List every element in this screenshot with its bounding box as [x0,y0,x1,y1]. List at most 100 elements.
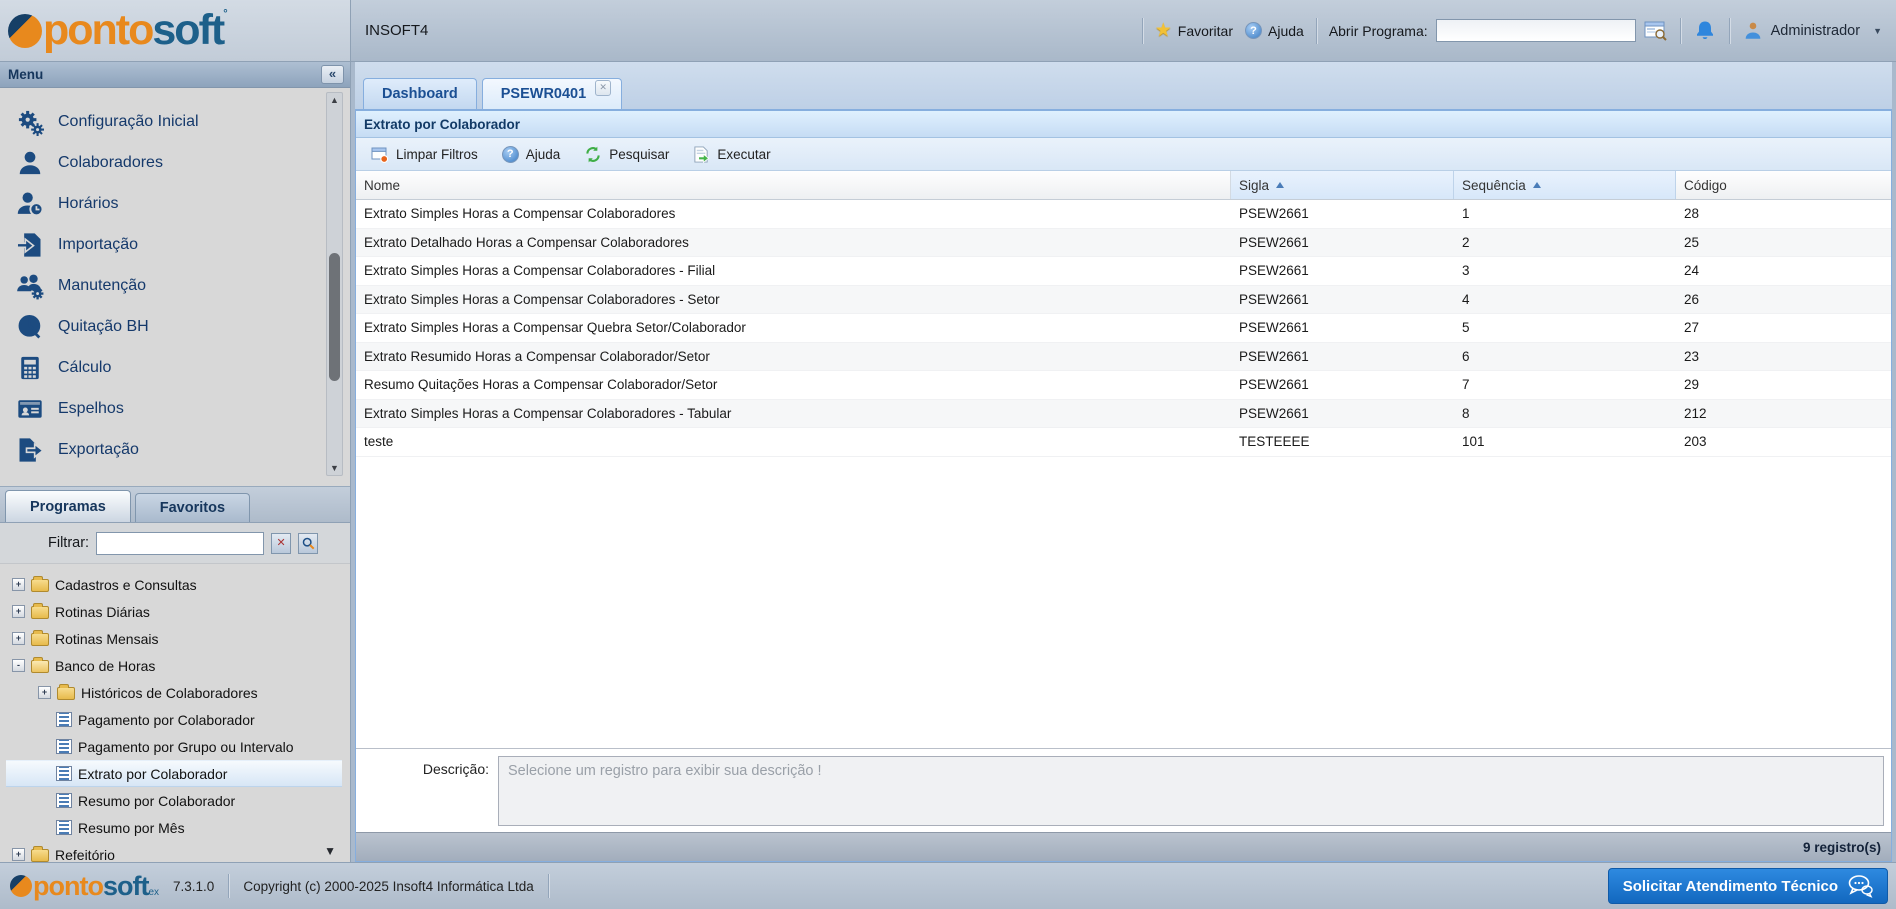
column-header-nome[interactable]: Nome [356,171,1231,199]
cell-sigla: PSEW2661 [1231,257,1454,285]
separator [1680,18,1681,44]
cell-sigla: PSEW2661 [1231,229,1454,257]
program-lookup-icon[interactable] [1644,20,1668,42]
table-row[interactable]: Resumo Quitações Horas a Compensar Colab… [356,371,1891,400]
separator [1316,18,1317,44]
tab-programas[interactable]: Programas [5,490,131,522]
tab-dashboard[interactable]: Dashboard [363,78,477,109]
table-row[interactable]: Extrato Simples Horas a Compensar Colabo… [356,200,1891,229]
tree-item-refeitorio[interactable]: + Refeitório [6,841,350,862]
tree-item-resumo-por-colaborador[interactable]: Resumo por Colaborador [6,787,350,814]
filter-input[interactable] [96,532,264,555]
menu-item-calculo[interactable]: Cálculo [15,347,315,388]
tab-label: Programas [30,499,106,515]
filter-label: Filtrar: [48,535,89,551]
star-icon: ★ [1155,19,1172,42]
tree-item-rotinas-mensais[interactable]: + Rotinas Mensais [6,625,350,652]
table-row[interactable]: Extrato Simples Horas a Compensar Colabo… [356,286,1891,315]
column-header-sequencia[interactable]: Sequência [1454,171,1676,199]
menu-item-configuracao-inicial[interactable]: Configuração Inicial [15,101,315,142]
tree-item-label: Pagamento por Grupo ou Intervalo [78,739,294,755]
clear-filters-button[interactable]: Limpar Filtros [362,143,487,166]
close-tab-icon[interactable]: ✕ [595,80,611,96]
pontosoft-logo: pontosoft° [8,9,226,52]
table-row[interactable]: Extrato Simples Horas a Compensar Colabo… [356,400,1891,429]
table-row[interactable]: Extrato Simples Horas a Compensar Quebra… [356,314,1891,343]
favorite-button[interactable]: ★ Favoritar [1155,19,1233,42]
program-icon [56,766,72,781]
program-icon [56,739,72,754]
collapse-menu-button[interactable]: « [321,65,344,84]
main-tab-strip: Dashboard PSEWR0401 ✕ [355,62,1892,110]
expand-icon[interactable]: + [12,578,25,591]
tab-favoritos[interactable]: Favoritos [135,493,250,522]
toolbar-help-button[interactable]: ? Ajuda [493,143,570,166]
scroll-up-icon[interactable]: ▲ [327,95,342,105]
scrollbar-thumb[interactable] [329,253,340,381]
menu-item-quitacao-bh[interactable]: Quitação BH [15,306,315,347]
main-area: Dashboard PSEWR0401 ✕ Extrato por Colabo… [351,62,1896,862]
help-button[interactable]: ? Ajuda [1245,22,1304,39]
scroll-down-icon[interactable]: ▼ [327,463,342,473]
button-label: Executar [717,147,770,162]
grid-rows: Extrato Simples Horas a Compensar Colabo… [356,200,1891,457]
menu-item-manutencao[interactable]: Manutenção [15,265,315,306]
middle-region: Menu « Configuração Inicial Colaboradore… [0,62,1896,862]
tree-item-cadastros-e-consultas[interactable]: + Cadastros e Consultas [6,571,350,598]
table-row[interactable]: Extrato Resumido Horas a Compensar Colab… [356,343,1891,372]
filter-clear-button[interactable]: ✕ [271,533,291,554]
cell-sequencia: 101 [1454,428,1676,456]
tree-item-historicos-de-colaboradores[interactable]: + Históricos de Colaboradores [6,679,350,706]
table-row[interactable]: teste TESTEEEE 101 203 [356,428,1891,457]
open-program-input[interactable] [1436,19,1636,42]
column-header-codigo[interactable]: Código [1676,171,1891,199]
menu-item-label: Quitação BH [58,318,149,336]
table-row[interactable]: Extrato Simples Horas a Compensar Colabo… [356,257,1891,286]
app-code: INSOFT4 [365,22,428,39]
menu-item-horarios[interactable]: Horários [15,183,315,224]
menu-item-exportacao[interactable]: Exportação [15,429,315,470]
expand-icon[interactable]: + [12,632,25,645]
expand-icon[interactable]: + [12,605,25,618]
column-header-sigla[interactable]: Sigla [1231,171,1454,199]
panel-title: Extrato por Colaborador [364,117,520,132]
column-label: Sigla [1239,178,1269,193]
tree-item-pagamento-por-colaborador[interactable]: Pagamento por Colaborador [6,706,350,733]
table-row[interactable]: Extrato Detalhado Horas a Compensar Cola… [356,229,1891,258]
search-icon [302,537,315,550]
tree-scroll-down-icon[interactable]: ▼ [324,844,336,858]
collapse-icon[interactable]: - [12,659,25,672]
button-label: Pesquisar [609,147,669,162]
tree-item-rotinas-diarias[interactable]: + Rotinas Diárias [6,598,350,625]
user-name: Administrador [1771,23,1860,39]
tree-item-extrato-por-colaborador[interactable]: Extrato por Colaborador [6,760,342,787]
request-support-button[interactable]: Solicitar Atendimento Técnico [1608,868,1888,904]
menu-title: Menu [8,67,43,82]
notifications-bell-icon[interactable] [1693,19,1717,43]
execute-button[interactable]: Executar [684,143,779,166]
menu-item-espelhos[interactable]: Espelhos [15,388,315,429]
search-button[interactable]: Pesquisar [575,143,678,166]
open-program-group: Abrir Programa: [1329,19,1668,42]
cell-sequencia: 3 [1454,257,1676,285]
cell-codigo: 29 [1676,371,1891,399]
cell-codigo: 24 [1676,257,1891,285]
favorite-label: Favoritar [1178,23,1233,39]
tab-label: Dashboard [382,86,458,102]
description-textarea[interactable] [498,756,1884,826]
user-menu[interactable]: Administrador ▼ [1742,20,1882,42]
cell-sequencia: 1 [1454,200,1676,228]
expand-icon[interactable]: + [38,686,51,699]
sort-asc-icon [1533,182,1541,188]
menu-item-colaboradores[interactable]: Colaboradores [15,142,315,183]
tab-psewr0401[interactable]: PSEWR0401 ✕ [482,78,622,109]
menu-item-importacao[interactable]: Importação [15,224,315,265]
logo-ponto: ponto [33,871,103,901]
filter-search-button[interactable] [298,533,318,554]
expand-icon[interactable]: + [12,848,25,861]
tree-item-banco-de-horas[interactable]: - Banco de Horas [6,652,350,679]
tree-item-pagamento-por-grupo-ou-intervalo[interactable]: Pagamento por Grupo ou Intervalo [6,733,350,760]
tree-item-resumo-por-mes[interactable]: Resumo por Mês [6,814,350,841]
menu-scrollbar[interactable]: ▲ ▼ [326,92,343,476]
calculator-icon [15,353,45,383]
